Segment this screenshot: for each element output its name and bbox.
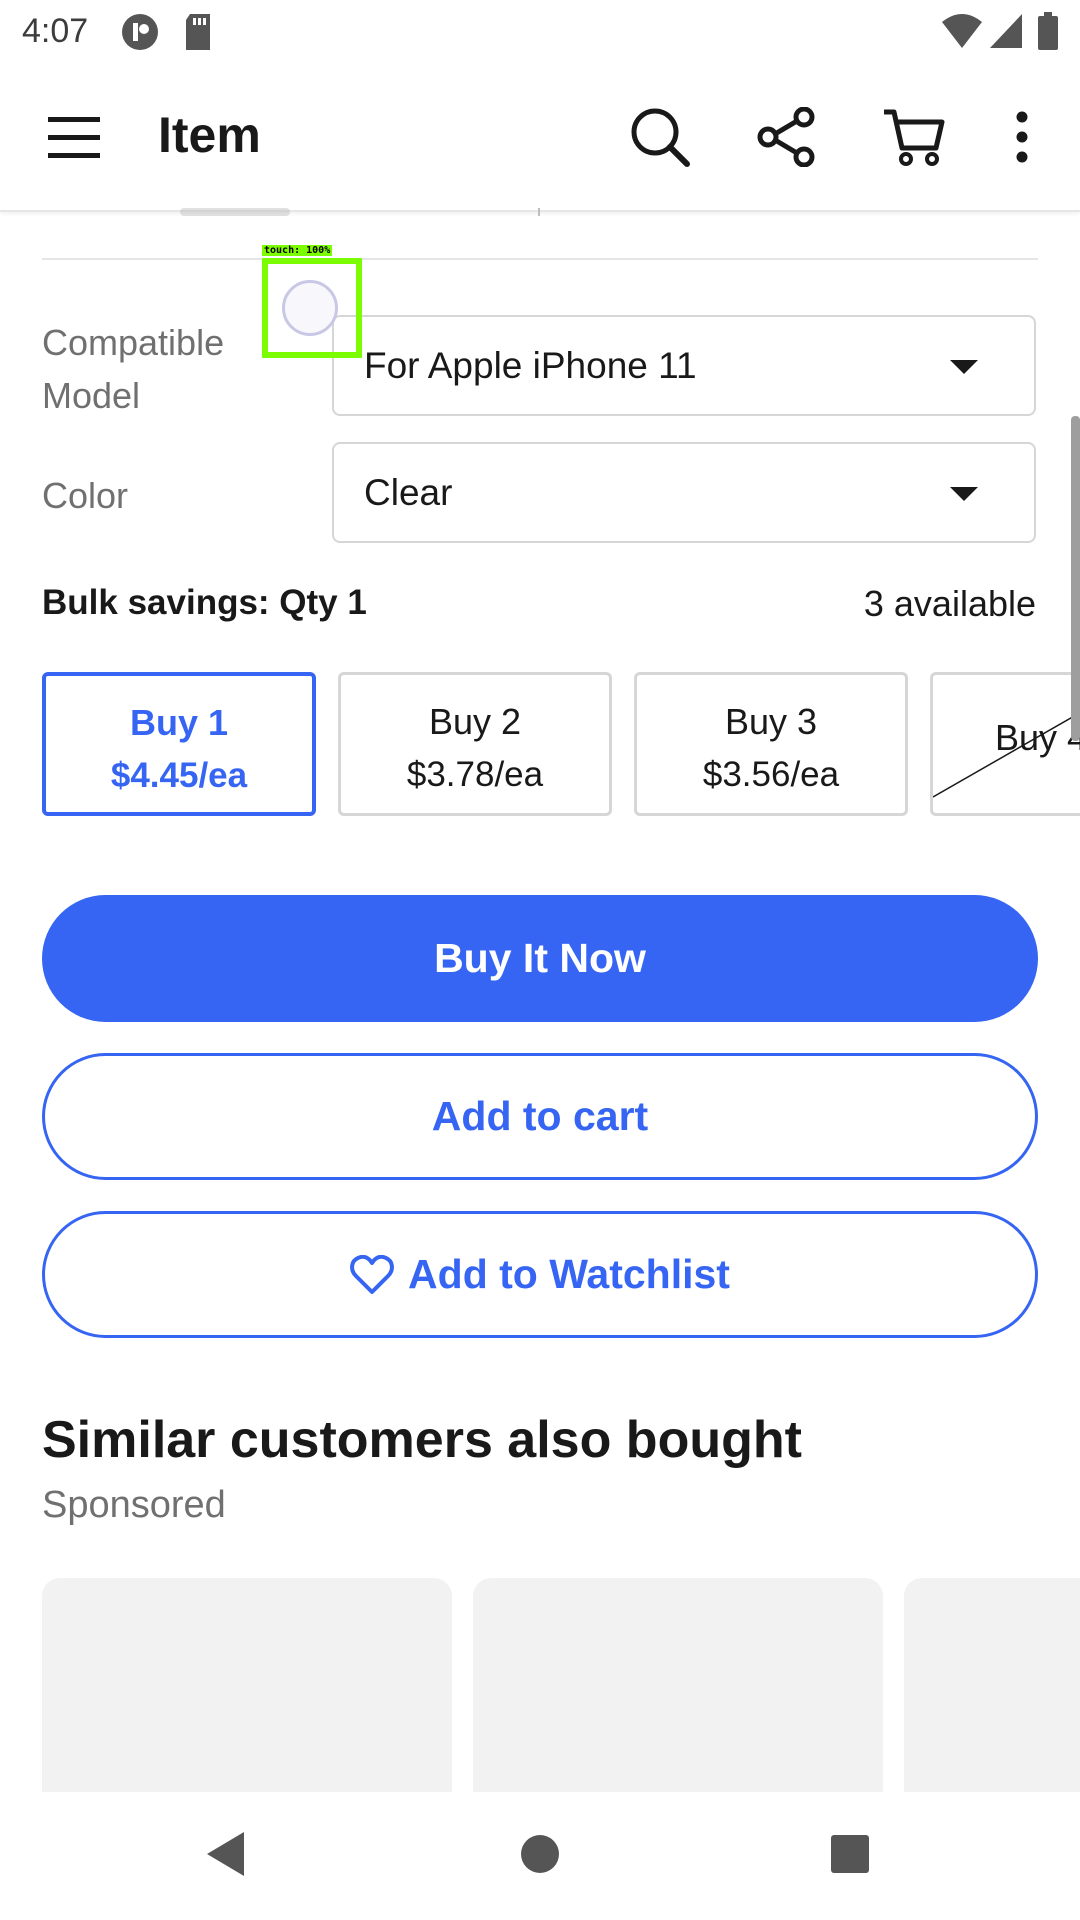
compatible-model-label: Compatible Model (42, 322, 225, 416)
app-notification-icon (122, 14, 158, 50)
add-to-cart-label: Add to cart (431, 1093, 649, 1139)
bulk-option-buy-3[interactable]: Buy 3 $3.56/ea (634, 672, 908, 816)
scrolled-content-fragment (180, 208, 290, 216)
cell-signal-icon (990, 14, 1022, 48)
similar-items-heading: Similar customers also bought (42, 1411, 802, 1469)
bulk-option-buy-4[interactable]: Buy 4 (930, 672, 1080, 816)
menu-button[interactable] (34, 97, 114, 177)
buy-it-now-label: Buy It Now (434, 935, 646, 981)
bulk-option-price: $3.56/ea (702, 755, 840, 794)
status-time: 4:07 (22, 12, 89, 50)
sponsored-label: Sponsored (42, 1484, 226, 1526)
nav-home-button[interactable] (500, 1814, 580, 1894)
bulk-option-qty: Buy 2 (428, 701, 522, 742)
buy-it-now-button[interactable]: Buy It Now (42, 895, 1038, 1022)
dropdown-caret-icon (950, 487, 978, 501)
search-button[interactable] (620, 97, 700, 177)
search-icon (631, 108, 690, 167)
recents-square-icon (831, 1835, 869, 1873)
cart-icon (884, 109, 945, 166)
add-to-cart-button[interactable]: Add to cart (42, 1053, 1038, 1180)
top-app-bar: Item (0, 64, 1080, 212)
color-select[interactable]: Clear (332, 442, 1036, 543)
bulk-option-buy-1[interactable]: Buy 1 $4.45/ea (42, 672, 316, 816)
bulk-option-qty: Buy 1 (129, 702, 229, 743)
product-card[interactable] (473, 1578, 883, 1828)
add-to-watchlist-button[interactable]: Add to Watchlist (42, 1211, 1038, 1338)
compatible-model-value: For Apple iPhone 11 (364, 345, 697, 386)
scrolled-content-divider (538, 208, 540, 216)
hamburger-menu-icon (48, 117, 100, 158)
product-card[interactable] (904, 1578, 1080, 1828)
color-label: Color (42, 475, 129, 516)
battery-icon (1038, 12, 1058, 50)
quantity-available: 3 available (863, 583, 1036, 624)
sd-card-icon (186, 14, 210, 50)
more-vert-icon (1016, 111, 1028, 163)
section-divider (42, 258, 1038, 260)
bulk-option-price: $4.45/ea (110, 756, 248, 795)
nav-recents-button[interactable] (810, 1814, 890, 1894)
page-title: Item (158, 107, 261, 163)
home-circle-icon (521, 1835, 559, 1873)
add-to-watchlist-label: Add to Watchlist (408, 1251, 730, 1297)
product-card[interactable] (42, 1578, 452, 1828)
compatible-model-select[interactable]: For Apple iPhone 11 (332, 315, 1036, 416)
unavailable-strike-icon (933, 711, 1080, 798)
dropdown-caret-icon (950, 360, 978, 374)
share-button[interactable] (746, 97, 826, 177)
bulk-option-buy-2[interactable]: Buy 2 $3.78/ea (338, 672, 612, 816)
touch-indicator-label: touch: 100% (262, 245, 333, 256)
bulk-option-qty: Buy 3 (724, 701, 818, 742)
cart-button[interactable] (874, 97, 954, 177)
back-triangle-icon (207, 1832, 244, 1876)
scrollbar-thumb[interactable] (1071, 416, 1080, 741)
share-icon (757, 107, 815, 167)
bulk-option-price: $3.78/ea (406, 755, 544, 794)
system-nav-bar (0, 1792, 1080, 1920)
bulk-savings-label: Bulk savings: Qty 1 (42, 583, 367, 622)
wifi-icon (942, 14, 982, 48)
nav-back-button[interactable] (186, 1814, 266, 1894)
heart-icon (350, 1254, 394, 1294)
more-options-button[interactable] (982, 97, 1062, 177)
touch-point-indicator (282, 280, 338, 336)
status-bar: 4:07 (0, 0, 1080, 64)
color-value: Clear (364, 472, 453, 513)
